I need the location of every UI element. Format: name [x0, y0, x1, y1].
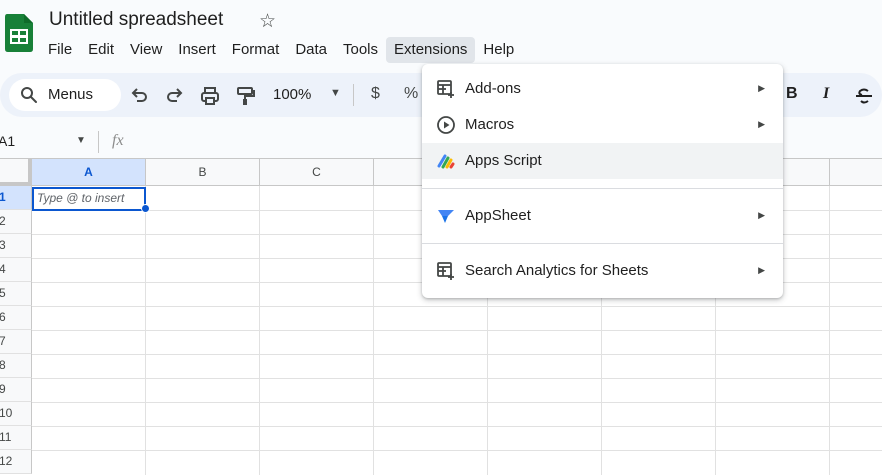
row-header[interactable]: 8 [0, 354, 32, 378]
grid-line [145, 186, 146, 475]
paint-format-icon[interactable] [235, 85, 257, 107]
italic-icon[interactable]: I [823, 85, 829, 103]
menu-item-apps-script[interactable]: Apps Script [422, 143, 783, 179]
submenu-arrow-icon: ▶ [758, 265, 765, 275]
row-header[interactable]: 2 [0, 210, 32, 234]
menu-tools[interactable]: Tools [335, 37, 386, 63]
strikethrough-icon[interactable] [853, 85, 875, 107]
menu-divider [422, 243, 783, 244]
grid-line [373, 186, 374, 475]
row-header[interactable]: 3 [0, 234, 32, 258]
menu-edit[interactable]: Edit [80, 37, 122, 63]
print-icon[interactable] [199, 85, 221, 107]
fx-icon: fx [112, 132, 124, 149]
column-header[interactable] [830, 159, 882, 186]
menu-item-appsheet[interactable]: AppSheet ▶ [422, 198, 783, 234]
menu-item-label: Apps Script [465, 152, 542, 169]
percent-format-button[interactable]: % [404, 85, 418, 103]
apps-script-icon [437, 154, 455, 169]
row-header[interactable]: 11 [0, 426, 32, 450]
menu-extensions[interactable]: Extensions [386, 37, 476, 63]
row-header[interactable]: 7 [0, 330, 32, 354]
submenu-arrow-icon: ▶ [758, 210, 765, 220]
appsheet-icon [438, 210, 454, 223]
grid-line [32, 402, 882, 403]
menu-item-macros[interactable]: Macros ▶ [422, 107, 783, 143]
menu-bar: File Edit View Insert Format Data Tools … [40, 37, 522, 63]
play-circle-icon [437, 116, 455, 134]
star-icon[interactable]: ☆ [259, 10, 276, 33]
menu-view[interactable]: View [122, 37, 170, 63]
row-header[interactable]: 5 [0, 282, 32, 306]
row-header[interactable]: 10 [0, 402, 32, 426]
toolbar-divider [353, 84, 354, 106]
submenu-arrow-icon: ▶ [758, 119, 765, 129]
grid-line [32, 354, 882, 355]
menu-item-label: Macros [465, 116, 515, 133]
name-box[interactable]: A1 [0, 133, 15, 149]
submenu-arrow-icon: ▶ [758, 83, 765, 93]
document-title[interactable]: Untitled spreadsheet [49, 9, 223, 31]
row-header[interactable]: 12 [0, 450, 32, 474]
menu-item-label: Add-ons [465, 80, 521, 97]
menu-data[interactable]: Data [287, 37, 335, 63]
zoom-select[interactable]: 100% [273, 86, 311, 103]
chevron-down-icon[interactable]: ▼ [76, 135, 86, 146]
menu-insert[interactable]: Insert [170, 37, 224, 63]
grid-line [32, 450, 882, 451]
menu-item-search-analytics[interactable]: Search Analytics for Sheets ▶ [422, 253, 783, 289]
column-header-c[interactable]: C [260, 159, 374, 186]
search-icon [21, 87, 37, 103]
column-header-a[interactable]: A [32, 159, 146, 186]
currency-format-button[interactable]: $ [371, 85, 380, 103]
row-header[interactable]: 4 [0, 258, 32, 282]
undo-icon[interactable] [128, 85, 150, 107]
fill-handle[interactable] [141, 204, 150, 213]
cell-input-hint[interactable]: Type @ to insert [37, 191, 124, 205]
grid-line [32, 306, 882, 307]
search-menus-label: Menus [48, 86, 94, 103]
menu-item-label: Search Analytics for Sheets [465, 262, 649, 279]
sheets-logo-icon[interactable] [5, 14, 33, 52]
menu-format[interactable]: Format [224, 37, 288, 63]
grid-line [32, 426, 882, 427]
column-header-b[interactable]: B [146, 159, 260, 186]
add-ons-icon [437, 262, 454, 280]
bold-icon[interactable]: B [786, 85, 798, 103]
menu-file[interactable]: File [40, 37, 80, 63]
grid-line [32, 378, 882, 379]
redo-icon[interactable] [164, 85, 186, 107]
grid-line [829, 186, 830, 475]
grid-line [32, 330, 882, 331]
extensions-menu: Add-ons ▶ Macros ▶ Apps Script AppSheet … [422, 64, 783, 298]
grid-line [259, 186, 260, 475]
formula-bar-divider [98, 131, 99, 153]
chevron-down-icon[interactable]: ▼ [330, 87, 341, 99]
row-header[interactable]: 6 [0, 306, 32, 330]
add-ons-icon [437, 80, 454, 98]
menu-help[interactable]: Help [475, 37, 522, 63]
row-header[interactable]: 9 [0, 378, 32, 402]
menu-item-add-ons[interactable]: Add-ons ▶ [422, 71, 783, 107]
menu-divider [422, 188, 783, 189]
select-all-corner[interactable] [0, 159, 32, 186]
menu-item-label: AppSheet [465, 207, 531, 224]
row-header[interactable]: 1 [0, 186, 32, 210]
